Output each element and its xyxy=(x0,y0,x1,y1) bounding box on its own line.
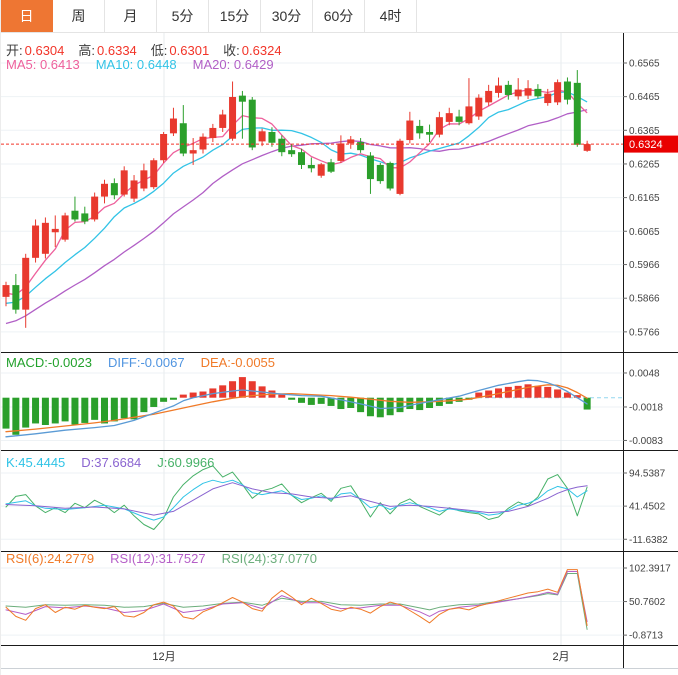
axis-tick-label: 0.5766 xyxy=(629,327,660,338)
axis-tick-label: 41.4502 xyxy=(629,502,666,513)
tab-30min[interactable]: 30分 xyxy=(261,0,313,32)
axis-tick-label: 0.6365 xyxy=(629,126,660,137)
tab-bar-spacer xyxy=(417,0,678,32)
axis-tick-label: 0.5966 xyxy=(629,260,660,271)
macd-histogram xyxy=(2,377,591,435)
rsi12-readout: RSI(12):31.7527 xyxy=(110,551,206,566)
k-line xyxy=(5,479,588,521)
open-value: 0.6304 xyxy=(24,43,65,58)
ma-legend: MA5: 0.6413 MA10: 0.6448 MA20: 0.6429 xyxy=(6,57,290,72)
axis-tick-label: -0.0083 xyxy=(629,436,663,447)
rsi6-readout: RSI(6):24.2779 xyxy=(6,551,95,566)
axis-tick-label: 0.6465 xyxy=(629,92,660,103)
high-label: 高: xyxy=(78,43,96,58)
tab-15min[interactable]: 15分 xyxy=(209,0,261,32)
tab-week[interactable]: 周 xyxy=(53,0,105,32)
x-axis-month-label: 12月 xyxy=(152,651,175,663)
axis-tick-label: 0.6265 xyxy=(629,159,660,170)
axis-tick-label: 0.6165 xyxy=(629,193,660,204)
tab-month[interactable]: 月 xyxy=(105,0,157,32)
axis-tick-label: -0.0018 xyxy=(629,402,663,413)
tab-4hour[interactable]: 4时 xyxy=(365,0,417,32)
tab-day[interactable]: 日 xyxy=(1,0,53,32)
last-price-tag-label: 0.6324 xyxy=(629,139,663,151)
axis-tick-label: 0.6065 xyxy=(629,227,660,238)
axis-tick-label: 0.6565 xyxy=(629,59,660,70)
axis-tick-label: 50.7602 xyxy=(629,597,666,608)
low-label: 低: xyxy=(150,43,168,58)
dea-readout: DEA:-0.0055 xyxy=(200,355,276,370)
trading-chart-app: 日 周 月 5分 15分 30分 60分 4时 0.6565 0.6465 0.63… xyxy=(0,0,678,675)
tab-60min[interactable]: 60分 xyxy=(313,0,365,32)
low-value: 0.6301 xyxy=(169,43,210,58)
diff-readout: DIFF:-0.0067 xyxy=(107,355,185,370)
close-value: 0.6324 xyxy=(241,43,282,58)
rsi24-readout: RSI(24):37.0770 xyxy=(221,551,317,566)
chart-canvas[interactable]: 0.6565 0.6465 0.6365 0.6265 0.6165 0.6065 0.59… xyxy=(1,0,678,675)
close-label: 收: xyxy=(223,43,240,58)
axis-tick-label: -0.8713 xyxy=(629,631,663,642)
last-price-tag: 0.6324 xyxy=(624,135,678,153)
timeframe-tab-bar: 日 周 月 5分 15分 30分 60分 4时 xyxy=(1,0,678,33)
k-readout: K:45.4445 xyxy=(6,455,66,470)
rsi12-line xyxy=(5,571,588,623)
axis-tick-label: 0.5866 xyxy=(629,294,660,305)
ma10-readout: MA10: 0.6448 xyxy=(95,57,177,72)
axis-tick-label: 102.3917 xyxy=(629,564,671,575)
axis-tick-label: 0.0048 xyxy=(629,368,660,379)
kdj-legend: K:45.4445 D:37.6684 J:60.9966 xyxy=(6,455,230,470)
rsi6-line xyxy=(5,569,588,626)
high-value: 0.6334 xyxy=(97,43,137,58)
d-readout: D:37.6684 xyxy=(81,455,142,470)
macd-legend: MACD:-0.0023 DIFF:-0.0067 DEA:-0.0055 xyxy=(6,355,291,370)
ma20-readout: MA20: 0.6429 xyxy=(192,57,274,72)
tab-5min[interactable]: 5分 xyxy=(157,0,209,32)
axis-tick-label: -11.6382 xyxy=(629,535,668,546)
macd-readout: MACD:-0.0023 xyxy=(6,355,92,370)
candles xyxy=(2,70,591,328)
axis-tick-label: 94.5387 xyxy=(629,469,666,480)
j-readout: J:60.9966 xyxy=(157,455,215,470)
x-axis-month-label: 2月 xyxy=(552,651,569,663)
open-label: 开: xyxy=(6,43,23,58)
rsi-legend: RSI(6):24.2779 RSI(12):31.7527 RSI(24):37.… xyxy=(6,551,333,566)
ma5-readout: MA5: 0.6413 xyxy=(6,57,80,72)
x-axis-labels: 12月 2月 xyxy=(152,651,569,663)
